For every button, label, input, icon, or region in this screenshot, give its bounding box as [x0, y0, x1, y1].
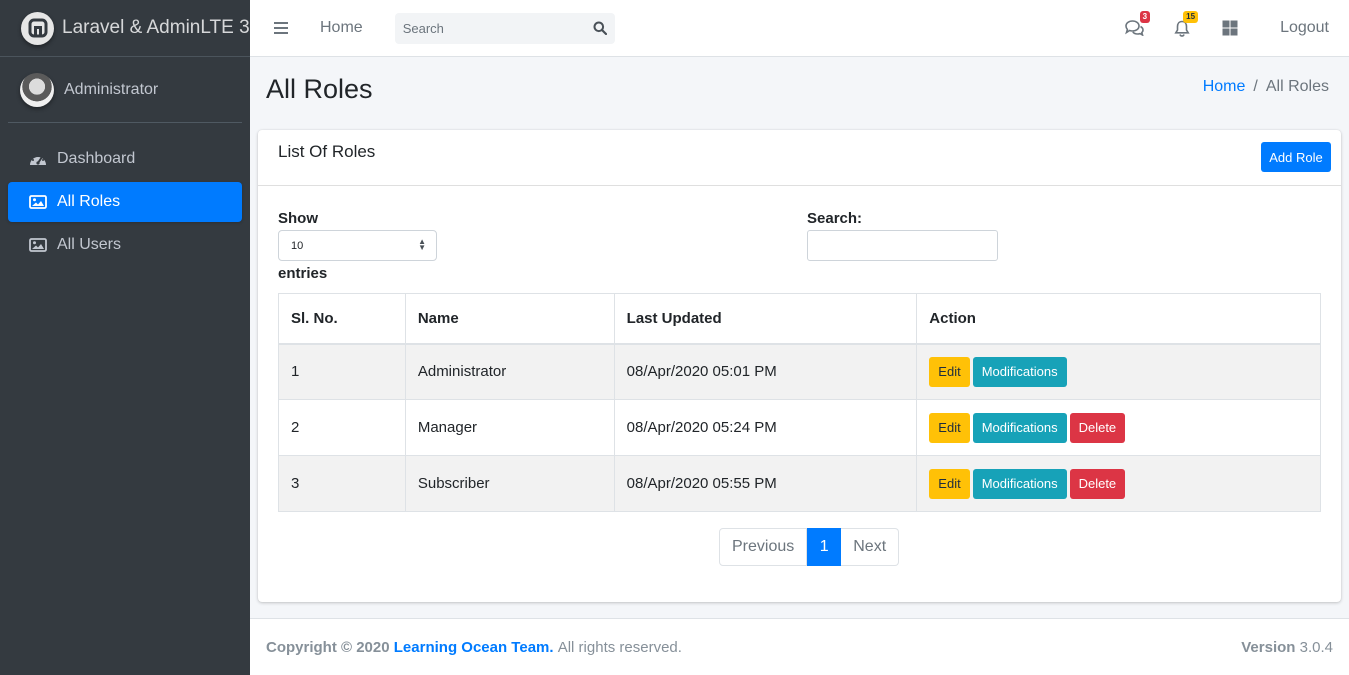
footer-copyright: Copyright © 2020 [266, 638, 390, 656]
navbar-right: 3 15 Logout [1096, 11, 1349, 38]
column-header-sl-no[interactable]: Sl. No. [278, 293, 406, 345]
page-title: All Roles [266, 74, 373, 104]
sidebar-item-label: All Roles [57, 193, 121, 210]
select-caret-icon: ▲ ▼ [418, 237, 426, 252]
main-sidebar: Laravel & AdminLTE 3 Administrator Dashb… [0, 0, 250, 675]
card-title: List Of Roles [278, 142, 376, 161]
breadcrumb: Home / All Roles [1203, 78, 1329, 96]
card-header: List Of Roles Add Role [258, 130, 1341, 186]
edit-button[interactable]: Edit [929, 468, 970, 499]
cell-sl-no: 1 [278, 343, 406, 400]
delete-button[interactable]: Delete [1069, 412, 1126, 443]
show-label: Show [278, 210, 318, 227]
brand-link[interactable]: Laravel & AdminLTE 3 [0, 0, 250, 57]
grid-apps-icon[interactable] [1220, 18, 1240, 38]
table-search-input[interactable] [807, 230, 998, 261]
column-header-last-updated[interactable]: Last Updated [613, 293, 918, 345]
edit-button[interactable]: Edit [929, 356, 970, 387]
pagination-previous[interactable]: Previous [719, 528, 808, 566]
sidebar-nav: Dashboard All Roles All Users [0, 139, 250, 265]
sidebar-item-all-roles[interactable]: All Roles [8, 182, 242, 222]
cell-actions: Edit Modifications Delete [916, 455, 1321, 512]
pagination: Previous 1 Next [719, 528, 900, 566]
entries-label: entries [278, 265, 328, 282]
modifications-button[interactable]: Modifications [972, 412, 1067, 443]
cell-name: Administrator [404, 343, 615, 400]
brand-title: Laravel & AdminLTE 3 [62, 17, 250, 38]
cell-name: Subscriber [404, 455, 615, 512]
roles-card: List Of Roles Add Role Show 10 ▲ ▼ entrie… [258, 130, 1341, 602]
footer-version-number: 3.0.4 [1299, 638, 1333, 656]
menu-toggle-icon[interactable] [274, 22, 288, 34]
notifications-bell-icon[interactable]: 15 [1172, 11, 1199, 38]
modifications-button[interactable]: Modifications [972, 356, 1067, 387]
delete-button[interactable]: Delete [1069, 468, 1126, 499]
image-icon [28, 194, 48, 210]
sidebar-item-label: Dashboard [57, 150, 136, 167]
modifications-button[interactable]: Modifications [972, 468, 1067, 499]
table-row: 2 Manager 08/Apr/2020 05:24 PM Edit Modi… [278, 399, 1321, 456]
logout-link[interactable]: Logout [1280, 19, 1329, 37]
avatar [20, 72, 54, 107]
messages-icon[interactable]: 3 [1124, 11, 1151, 38]
nav-home-link[interactable]: Home [320, 19, 363, 37]
footer-team-link[interactable]: Learning Ocean Team. [394, 639, 554, 656]
dashboard-icon [28, 151, 48, 167]
breadcrumb-current: All Roles [1265, 78, 1329, 95]
cell-last-updated: 08/Apr/2020 05:24 PM [613, 399, 918, 456]
table-header-row: Sl. No. Name Last Updated Action [278, 293, 1321, 345]
sidebar-item-dashboard[interactable]: Dashboard [8, 139, 242, 179]
add-role-button[interactable]: Add Role [1261, 142, 1331, 172]
navbar-search-input[interactable] [402, 20, 585, 36]
cell-name: Manager [404, 399, 615, 456]
column-header-action[interactable]: Action [916, 293, 1321, 345]
roles-table: Sl. No. Name Last Updated Action 1 Admin… [278, 293, 1321, 512]
cell-last-updated: 08/Apr/2020 05:55 PM [613, 455, 918, 512]
edit-button[interactable]: Edit [929, 412, 970, 443]
breadcrumb-home-link[interactable]: Home [1203, 78, 1246, 96]
search-icon[interactable] [585, 21, 615, 35]
footer-version-label: Version [1241, 638, 1296, 656]
navbar-search [394, 12, 615, 44]
footer-rights: All rights reserved. [557, 638, 682, 656]
table-search-label: Search: [807, 210, 863, 227]
pagination-page-current[interactable]: 1 [807, 528, 842, 566]
sidebar-item-label: All Users [57, 236, 122, 253]
footer-version: Version 3.0.4 [1241, 639, 1333, 656]
image-icon [28, 237, 48, 253]
column-header-name[interactable]: Name [404, 293, 615, 345]
entries-per-page-value: 10 [291, 239, 304, 252]
brand-logo-icon [21, 11, 54, 45]
cell-sl-no: 3 [278, 455, 406, 512]
user-panel[interactable]: Administrator [8, 57, 242, 123]
cell-sl-no: 2 [278, 399, 406, 456]
entries-per-page-select[interactable]: 10 ▲ ▼ [278, 230, 437, 261]
cell-actions: Edit Modifications [916, 343, 1321, 400]
top-navbar: Home 3 15 [250, 0, 1349, 57]
breadcrumb-separator: / [1253, 78, 1258, 95]
pagination-next[interactable]: Next [841, 528, 900, 566]
sidebar-item-all-users[interactable]: All Users [8, 225, 242, 265]
messages-badge: 3 [1139, 11, 1151, 23]
cell-actions: Edit Modifications Delete [916, 399, 1321, 456]
main-footer: Copyright © 2020 Learning Ocean Team. Al… [250, 618, 1349, 675]
user-name[interactable]: Administrator [64, 81, 158, 99]
table-row: 1 Administrator 08/Apr/2020 05:01 PM Edi… [278, 343, 1321, 400]
notifications-badge: 15 [1183, 11, 1199, 23]
table-row: 3 Subscriber 08/Apr/2020 05:55 PM Edit M… [278, 455, 1321, 512]
cell-last-updated: 08/Apr/2020 05:01 PM [613, 343, 918, 400]
